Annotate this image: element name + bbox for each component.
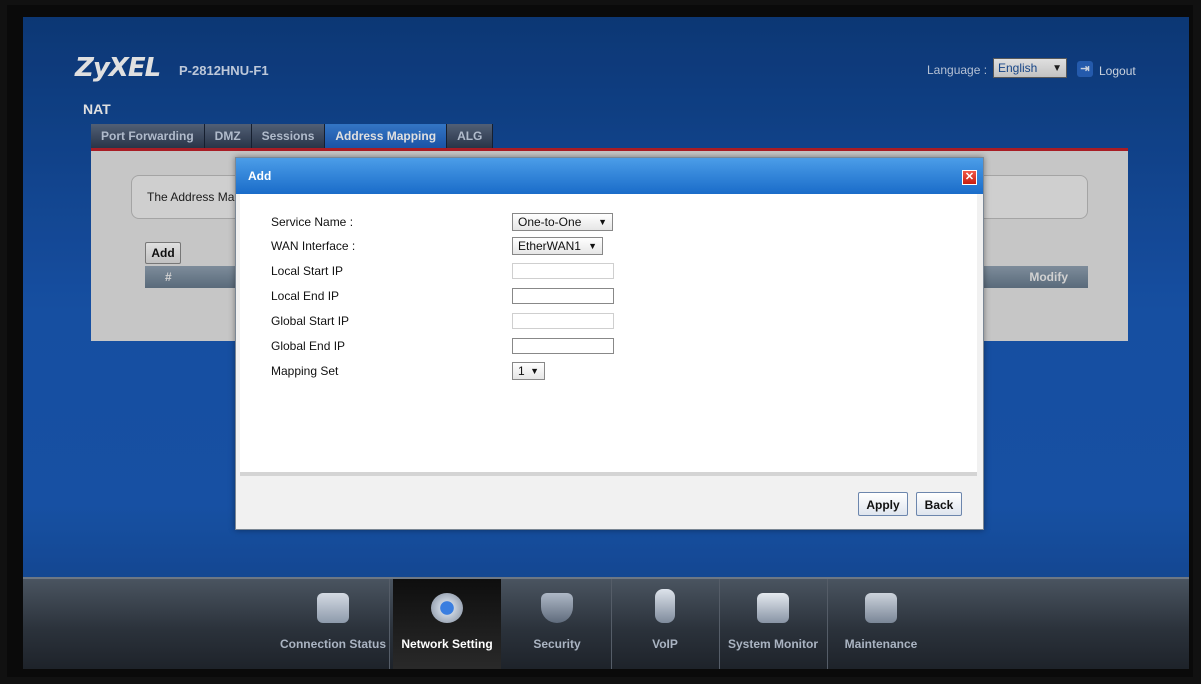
mapping-set-value: 1 (518, 364, 525, 378)
wan-interface-label: WAN Interface : (271, 239, 356, 253)
nav-label: Security (533, 637, 581, 651)
service-name-label: Service Name : (271, 215, 354, 229)
dialog-body: Service Name : One-to-One ▼ WAN Interfac… (240, 194, 977, 472)
add-mapping-dialog: Add ✕ Service Name : One-to-One ▼ WAN In… (235, 157, 984, 530)
bottom-navigation: Connection Status Network Setting Securi… (23, 577, 1189, 669)
wan-interface-select[interactable]: EtherWAN1 ▼ (512, 237, 603, 255)
global-end-ip-input[interactable] (512, 338, 614, 354)
nav-network-setting[interactable]: Network Setting (393, 579, 501, 669)
nav-label: VoIP (652, 637, 678, 651)
nav-security[interactable]: Security (503, 579, 611, 669)
network-setting-icon (431, 593, 463, 623)
chevron-down-icon: ▼ (598, 217, 607, 227)
voip-phone-icon (655, 589, 675, 623)
nav-maintenance[interactable]: Maintenance (827, 579, 935, 669)
mapping-set-select[interactable]: 1 ▼ (512, 362, 545, 380)
chevron-down-icon: ▼ (530, 366, 539, 376)
nav-label: System Monitor (727, 637, 818, 651)
nav-label: Maintenance (844, 637, 918, 651)
global-start-ip-label: Global Start IP (271, 314, 350, 328)
nav-label: Connection Status (279, 637, 386, 651)
screen-frame: ZyXEL P-2812HNU-F1 Language : English ▼ … (7, 5, 1193, 677)
local-start-ip-label: Local Start IP (271, 264, 344, 278)
global-end-ip-label: Global End IP (271, 339, 346, 353)
nav-separator (389, 579, 390, 669)
back-button[interactable]: Back (916, 492, 962, 516)
router-web-ui: ZyXEL P-2812HNU-F1 Language : English ▼ … (23, 17, 1189, 669)
apply-button[interactable]: Apply (858, 492, 908, 516)
close-icon[interactable]: ✕ (962, 170, 977, 185)
nav-voip[interactable]: VoIP (611, 579, 719, 669)
local-end-ip-input[interactable] (512, 288, 614, 304)
dialog-title: Add (248, 169, 272, 183)
system-monitor-icon (757, 593, 789, 623)
chevron-down-icon: ▼ (588, 241, 597, 251)
maintenance-icon (865, 593, 897, 623)
nav-system-monitor[interactable]: System Monitor (719, 579, 827, 669)
local-start-ip-input[interactable] (512, 263, 614, 279)
dialog-footer: Apply Back (236, 476, 983, 529)
dialog-header: Add ✕ (236, 158, 983, 194)
service-name-value: One-to-One (518, 215, 582, 229)
global-start-ip-input[interactable] (512, 313, 614, 329)
connection-status-icon (317, 593, 349, 623)
wan-interface-value: EtherWAN1 (518, 239, 581, 253)
local-end-ip-label: Local End IP (271, 289, 340, 303)
nav-connection-status[interactable]: Connection Status (279, 579, 387, 669)
security-icon (541, 593, 573, 623)
nav-label: Network Setting (401, 637, 493, 651)
mapping-set-label: Mapping Set (271, 364, 339, 378)
service-name-select[interactable]: One-to-One ▼ (512, 213, 613, 231)
